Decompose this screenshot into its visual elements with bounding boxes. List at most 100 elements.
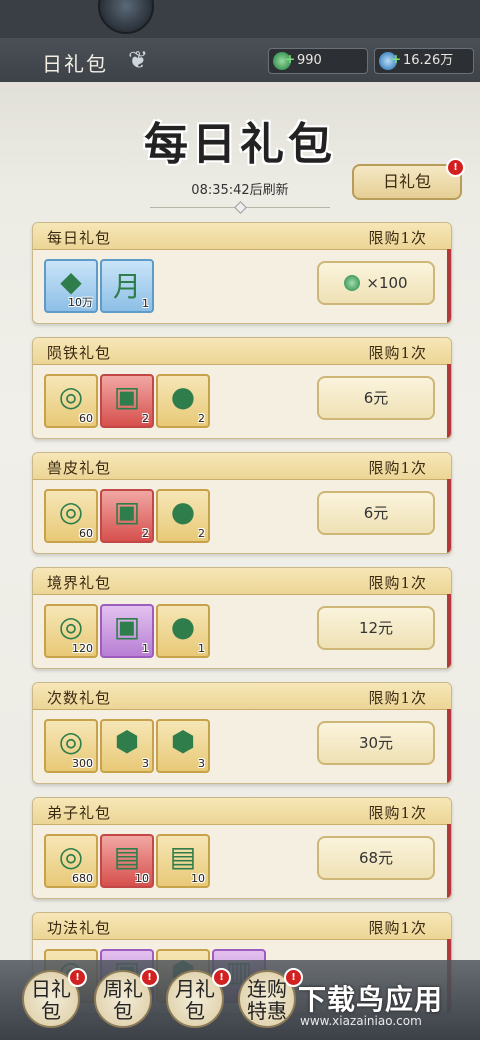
buy-button[interactable]: 6元 [317, 491, 435, 535]
swirl-ornament-icon: ❦ [128, 46, 149, 74]
reward-item[interactable]: 月 1 [100, 259, 154, 313]
item-quantity: 1 [142, 297, 149, 310]
card-edge [447, 824, 451, 898]
price-label: 30元 [358, 734, 394, 752]
pack-name: 陨铁礼包 [47, 344, 112, 362]
price-label: 12元 [358, 619, 394, 637]
header-bar: 日礼包 ❦ + 990 + 16.26万 [0, 38, 480, 82]
buy-button[interactable]: 12元 [317, 606, 435, 650]
pouch-icon: ● [170, 610, 196, 643]
item-quantity: 60 [79, 527, 93, 540]
reward-item[interactable]: ▣ 1 [100, 604, 154, 658]
reward-item[interactable]: ● 2 [156, 374, 210, 428]
alert-badge-icon: ! [212, 968, 231, 987]
nav-button-0[interactable]: 日礼 包 ! [22, 968, 87, 1028]
nav-label: 特惠 [247, 999, 287, 1023]
chest-icon: ▣ [113, 380, 141, 413]
nav-button-3[interactable]: 连购 特惠 ! [238, 968, 303, 1028]
reward-item[interactable]: ◎ 680 [44, 834, 98, 888]
pack-name: 每日礼包 [47, 229, 112, 247]
buy-button[interactable]: ×100 [317, 261, 435, 305]
pack-header: 境界礼包 限购1次 [33, 568, 451, 595]
reward-item[interactable]: ◎ 120 [44, 604, 98, 658]
pack-name: 功法礼包 [47, 919, 112, 937]
pack-card: 次数礼包 限购1次 ◎ 300 ⬢ 3 ⬢ 3 30元 [32, 682, 452, 784]
nav-label: 周礼 [103, 977, 143, 1001]
item-quantity: 680 [72, 872, 93, 885]
item-quantity: 2 [198, 527, 205, 540]
pack-header: 兽皮礼包 限购1次 [33, 453, 451, 480]
item-quantity: 60 [79, 412, 93, 425]
price-label: 6元 [363, 389, 389, 407]
reward-item[interactable]: ◎ 60 [44, 374, 98, 428]
nav-label: 连购 [247, 977, 287, 1001]
daily-pack-tab-button[interactable]: 日礼包 ! [352, 158, 465, 200]
card-edge [447, 709, 451, 783]
spirit-currency[interactable]: + 16.26万 [374, 48, 474, 74]
pack-card: 每日礼包 限购1次 ◆ 10万 月 1 ×100 [32, 222, 452, 324]
reward-item[interactable]: ▤ 10 [100, 834, 154, 888]
pouch-icon: ● [170, 495, 196, 528]
watermark-url: www.xiazainiao.com [300, 1014, 422, 1028]
item-quantity: 2 [198, 412, 205, 425]
jade-icon: ◎ [58, 610, 84, 643]
add-icon[interactable]: + [285, 47, 295, 71]
item-quantity: 300 [72, 757, 93, 770]
card-edge [447, 479, 451, 553]
reward-item[interactable]: ● 2 [156, 489, 210, 543]
jade-icon: ◎ [58, 840, 84, 873]
buy-button[interactable]: 6元 [317, 376, 435, 420]
watermark: 下载鸟应用 www.xiazainiao.com [296, 978, 476, 1034]
buy-button[interactable]: 68元 [317, 836, 435, 880]
purchase-limit: 限购1次 [368, 689, 427, 707]
alert-badge-icon: ! [140, 968, 159, 987]
jade-icon: ◎ [58, 725, 84, 758]
item-quantity: 2 [142, 527, 149, 540]
reward-item[interactable]: ▤ 10 [156, 834, 210, 888]
item-quantity: 10 [135, 872, 149, 885]
add-icon[interactable]: + [391, 47, 401, 71]
card-edge [447, 594, 451, 668]
pack-header: 功法礼包 限购1次 [33, 913, 451, 940]
pack-header: 陨铁礼包 限购1次 [33, 338, 451, 365]
item-quantity: 120 [72, 642, 93, 655]
purchase-limit: 限购1次 [368, 919, 427, 937]
reward-item[interactable]: ◎ 300 [44, 719, 98, 773]
pouch-icon: ● [170, 380, 196, 413]
item-quantity: 10 [191, 872, 205, 885]
purchase-limit: 限购1次 [368, 574, 427, 592]
reward-item[interactable]: ◆ 10万 [44, 259, 98, 313]
diamond-icon [234, 201, 247, 214]
token-green-icon: ⬢ [170, 725, 196, 758]
pack-name: 弟子礼包 [47, 804, 112, 822]
item-quantity: 3 [198, 757, 205, 770]
purchase-limit: 限购1次 [368, 804, 427, 822]
pack-header: 次数礼包 限购1次 [33, 683, 451, 710]
buy-button[interactable]: 30元 [317, 721, 435, 765]
chest-icon: ▣ [113, 610, 141, 643]
page-title: 每日礼包 [144, 119, 336, 170]
reward-item[interactable]: ● 1 [156, 604, 210, 658]
reward-item[interactable]: ⬢ 3 [156, 719, 210, 773]
jade-currency[interactable]: + 990 [268, 48, 368, 74]
reward-item[interactable]: ▣ 2 [100, 489, 154, 543]
item-quantity: 3 [142, 757, 149, 770]
nav-label: 包 [185, 999, 205, 1023]
purchase-limit: 限购1次 [368, 459, 427, 477]
card-edge [447, 249, 451, 323]
pack-card: 境界礼包 限购1次 ◎ 120 ▣ 1 ● 1 12元 [32, 567, 452, 669]
pack-card: 弟子礼包 限购1次 ◎ 680 ▤ 10 ▤ 10 68元 [32, 797, 452, 899]
alert-badge-icon: ! [68, 968, 87, 987]
reward-item[interactable]: ◎ 60 [44, 489, 98, 543]
nav-label: 日礼 [31, 977, 71, 1001]
reward-item[interactable]: ▣ 2 [100, 374, 154, 428]
scroll-red-icon: ▤ [113, 840, 141, 873]
jade-icon: ◎ [58, 380, 84, 413]
nav-button-2[interactable]: 月礼 包 ! [166, 968, 231, 1028]
nav-button-1[interactable]: 周礼 包 ! [94, 968, 159, 1028]
reward-item[interactable]: ⬢ 3 [100, 719, 154, 773]
spirit-amount: 16.26万 [403, 53, 454, 68]
token-icon: ⬢ [114, 725, 140, 758]
pack-header: 每日礼包 限购1次 [33, 223, 451, 250]
pack-name: 次数礼包 [47, 689, 112, 707]
